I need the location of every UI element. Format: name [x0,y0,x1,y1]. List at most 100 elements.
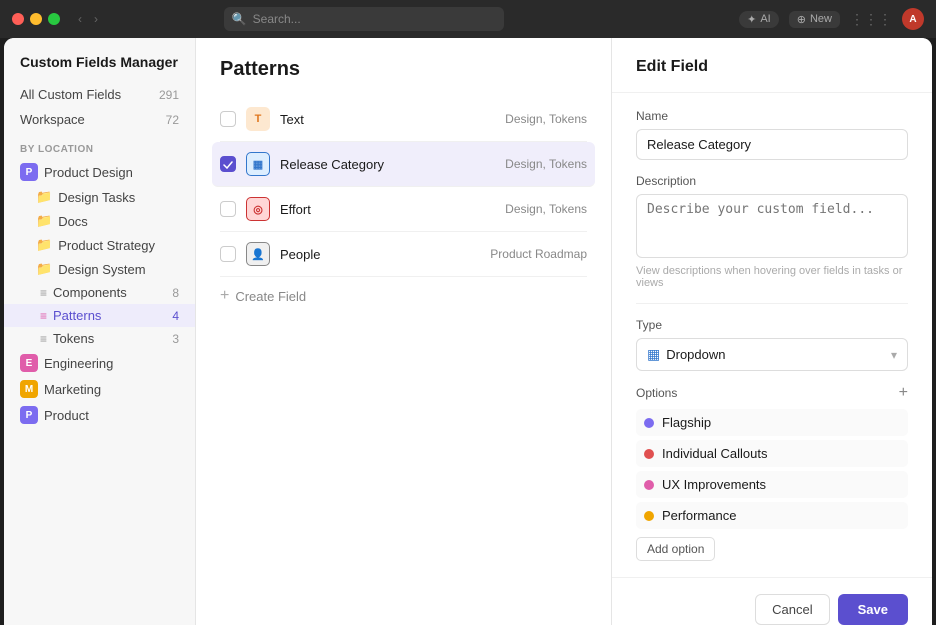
search-bar[interactable]: 🔍 Search... [224,7,504,31]
close-button[interactable] [12,13,24,25]
product-strategy-folder-icon: 📁 [36,237,52,253]
individual-callouts-label: Individual Callouts [662,446,768,461]
docs-folder-icon: 📁 [36,213,52,229]
option-performance: Performance [636,502,908,529]
design-tasks-label: Design Tasks [58,190,135,205]
create-field-label: Create Field [235,289,306,304]
marketing-label: Marketing [44,382,101,397]
traffic-lights [12,13,60,25]
tokens-count: 3 [172,332,179,346]
sidebar-item-design-system[interactable]: 📁 Design System [4,257,195,281]
field-tags-effort: Design, Tokens [505,202,587,216]
workspace-label: Workspace [20,112,85,127]
sidebar-item-all-custom-fields[interactable]: All Custom Fields 291 [4,82,195,107]
sidebar-item-tokens[interactable]: Tokens 3 [4,327,195,350]
field-row-effort[interactable]: ◎ Effort Design, Tokens [220,187,587,232]
sidebar-item-design-tasks[interactable]: 📁 Design Tasks [4,185,195,209]
field-tags-release-category: Design, Tokens [505,157,587,171]
type-select[interactable]: ▦ Dropdown ▾ [636,338,908,371]
product-label: Product [44,408,89,423]
performance-dot [644,511,654,521]
product-design-badge: P [20,163,38,181]
option-flagship: Flagship [636,409,908,436]
panel-title: Patterns [196,38,611,97]
release-category-type-icon: ▦ [246,152,270,176]
components-count: 8 [172,286,179,300]
grid-icon[interactable]: ⋮⋮⋮ [850,11,892,28]
sidebar-item-product[interactable]: P Product [4,402,195,428]
engineering-label: Engineering [44,356,113,371]
field-list: T Text Design, Tokens ▦ Release Category… [196,97,611,315]
flagship-dot [644,418,654,428]
add-option-plus-icon[interactable]: + [899,385,908,401]
sidebar-item-workspace[interactable]: Workspace 72 [4,107,195,132]
nav-arrows: ‹ › [74,10,102,28]
ai-button[interactable]: ✦ AI [739,11,779,28]
add-option-label: Add option [647,542,704,556]
folder-icon: 📁 [36,189,52,205]
create-field-button[interactable]: + Create Field [220,277,587,315]
patterns-icon: ≡ [40,309,47,323]
field-name-text: Text [280,112,495,127]
text-type-icon: T [246,107,270,131]
description-label: Description [636,174,908,188]
new-label: New [810,13,832,25]
components-label: Components [53,285,127,300]
forward-arrow[interactable]: › [90,10,102,28]
options-header: Options + [636,385,908,401]
sidebar-item-product-strategy[interactable]: 📁 Product Strategy [4,233,195,257]
sidebar-item-product-design[interactable]: P Product Design [4,159,195,185]
sidebar-item-engineering[interactable]: E Engineering [4,350,195,376]
sidebar: Custom Fields Manager All Custom Fields … [4,38,196,625]
sidebar-item-docs[interactable]: 📁 Docs [4,209,195,233]
ux-improvements-label: UX Improvements [662,477,766,492]
field-checkbox-effort[interactable] [220,201,236,217]
product-badge: P [20,406,38,424]
design-system-folder-icon: 📁 [36,261,52,277]
patterns-count: 4 [172,309,179,323]
components-icon [40,286,47,300]
name-input[interactable] [636,129,908,160]
option-individual-callouts: Individual Callouts [636,440,908,467]
marketing-badge: M [20,380,38,398]
field-name-people: People [280,247,480,262]
field-checkbox-people[interactable] [220,246,236,262]
edit-panel: Edit Field Name Description View descrip… [612,38,932,625]
engineering-badge: E [20,354,38,372]
patterns-label: Patterns [53,308,101,323]
cancel-button[interactable]: Cancel [755,594,829,625]
sidebar-item-patterns[interactable]: ≡ Patterns 4 [4,304,195,327]
sidebar-title: Custom Fields Manager [4,54,195,82]
option-ux-improvements: UX Improvements [636,471,908,498]
description-textarea[interactable] [636,194,908,258]
edit-panel-header: Edit Field [612,38,932,93]
ai-icon: ✦ [747,13,756,26]
field-tags-text: Design, Tokens [505,112,587,126]
product-design-label: Product Design [44,165,133,180]
sidebar-item-marketing[interactable]: M Marketing [4,376,195,402]
field-checkbox-release-category[interactable] [220,156,236,172]
add-option-button[interactable]: Add option [636,537,715,561]
edit-panel-body: Name Description View descriptions when … [612,93,932,577]
performance-label: Performance [662,508,736,523]
main-content: Custom Fields Manager All Custom Fields … [4,38,932,625]
by-location-label: BY LOCATION [4,132,195,159]
field-row-people[interactable]: 👤 People Product Roadmap [220,232,587,277]
options-label: Options [636,386,677,400]
sidebar-item-components[interactable]: Components 8 [4,281,195,304]
save-button[interactable]: Save [838,594,908,625]
minimize-button[interactable] [30,13,42,25]
workspace-count: 72 [166,113,179,127]
maximize-button[interactable] [48,13,60,25]
titlebar: ‹ › 🔍 Search... ✦ AI ⊕ New ⋮⋮⋮ A [0,0,936,38]
field-checkbox-text[interactable] [220,111,236,127]
tokens-icon [40,332,47,346]
ai-label: AI [760,13,770,25]
back-arrow[interactable]: ‹ [74,10,86,28]
field-row-release-category[interactable]: ▦ Release Category Design, Tokens [212,142,595,187]
new-button[interactable]: ⊕ New [789,11,840,28]
avatar: A [902,8,924,30]
search-icon: 🔍 [232,12,247,26]
field-row-text[interactable]: T Text Design, Tokens [220,97,587,142]
edit-panel-footer: Cancel Save [612,577,932,625]
